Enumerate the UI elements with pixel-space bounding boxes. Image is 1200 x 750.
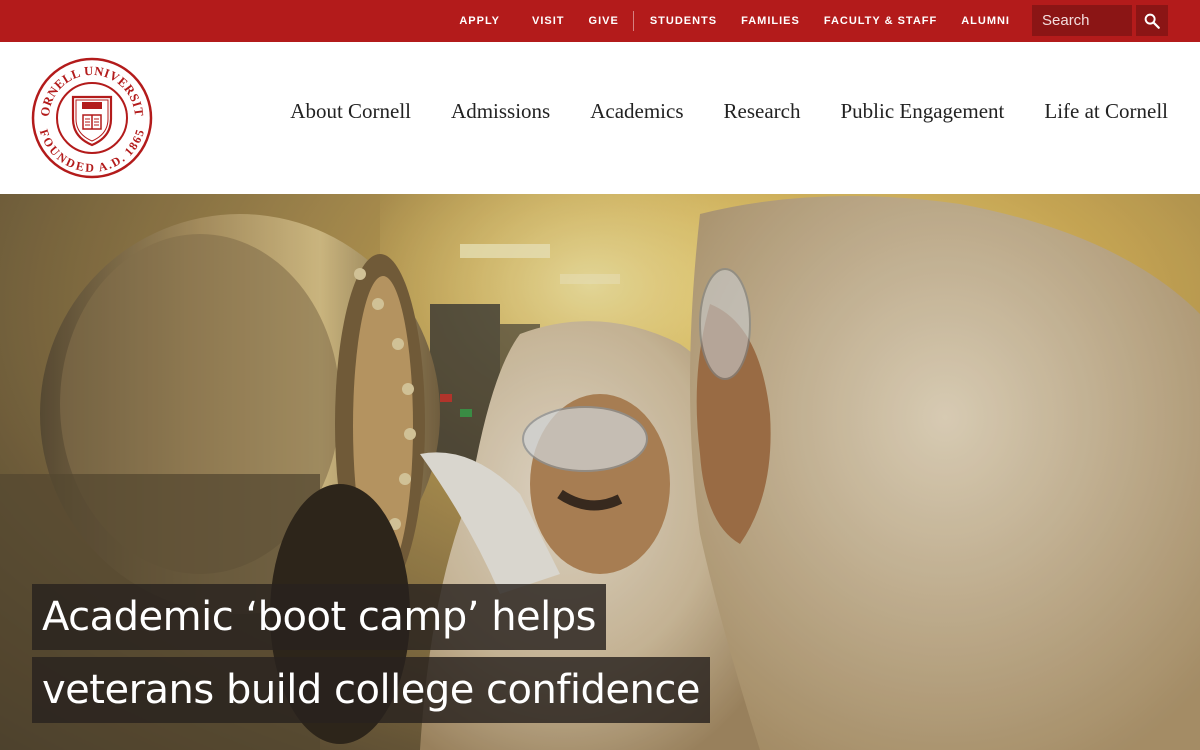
main-nav: About Cornell Admissions Academics Resea… bbox=[290, 99, 1168, 124]
nav-item-academics[interactable]: Academics bbox=[590, 99, 683, 124]
utility-link-visit[interactable]: VISIT bbox=[532, 15, 565, 27]
utility-link-give[interactable]: GIVE bbox=[589, 15, 619, 27]
utility-link-students[interactable]: STUDENTS bbox=[650, 15, 717, 27]
search-icon bbox=[1144, 13, 1160, 29]
nav-item-admissions[interactable]: Admissions bbox=[451, 99, 550, 124]
nav-item-about-cornell[interactable]: About Cornell bbox=[290, 99, 411, 124]
search-form bbox=[1032, 5, 1168, 36]
nav-item-research[interactable]: Research bbox=[724, 99, 801, 124]
search-button[interactable] bbox=[1136, 5, 1168, 36]
hero-headline-line-1[interactable]: Academic ‘boot camp’ helps bbox=[32, 584, 606, 650]
utility-divider bbox=[632, 11, 634, 31]
hero-headline-line-2[interactable]: veterans build college confidence bbox=[32, 657, 710, 723]
site-header: CORNELL UNIVERSITY FOUNDED A.D. 1865 Abo… bbox=[0, 42, 1200, 194]
utility-link-alumni[interactable]: ALUMNI bbox=[961, 15, 1010, 27]
search-input[interactable] bbox=[1032, 5, 1132, 36]
hero-banner[interactable]: Academic ‘boot camp’ helps veterans buil… bbox=[0, 194, 1200, 750]
nav-item-public-engagement[interactable]: Public Engagement bbox=[840, 99, 1004, 124]
utility-nav: APPLY VISIT GIVE STUDENTS FAMILIES FACUL… bbox=[459, 0, 1010, 42]
university-seal-logo[interactable]: CORNELL UNIVERSITY FOUNDED A.D. 1865 bbox=[26, 46, 153, 179]
utility-link-apply[interactable]: APPLY bbox=[459, 15, 500, 27]
utility-link-faculty-staff[interactable]: FACULTY & STAFF bbox=[824, 15, 937, 27]
university-seal-icon: CORNELL UNIVERSITY FOUNDED A.D. 1865 bbox=[26, 46, 153, 179]
utility-bar: APPLY VISIT GIVE STUDENTS FAMILIES FACUL… bbox=[0, 0, 1200, 42]
utility-link-families[interactable]: FAMILIES bbox=[741, 15, 800, 27]
nav-item-life-at-cornell[interactable]: Life at Cornell bbox=[1044, 99, 1168, 124]
